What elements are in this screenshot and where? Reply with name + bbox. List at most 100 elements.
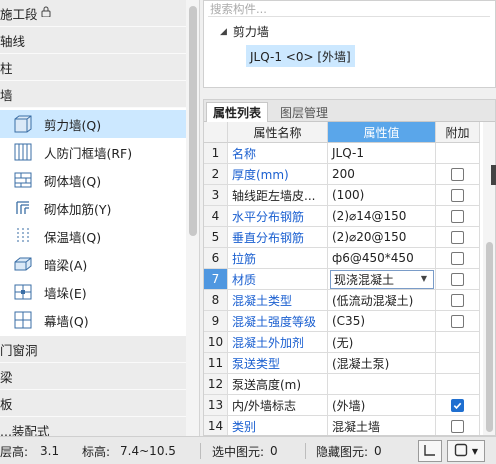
property-value[interactable]: ф6@450*450 [328, 248, 436, 269]
header-label: 属性值 [363, 125, 400, 140]
tree-item-shear-wall[interactable]: 剪力墙(Q) [0, 110, 186, 138]
tree-item-wall-pier[interactable]: 墙垛(E) [0, 278, 186, 306]
property-value[interactable]: (2)⌀20@150 [328, 227, 436, 248]
property-name: 厚度(mm) [228, 164, 328, 185]
property-row[interactable]: 9 混凝土强度等级 (C35) [204, 311, 480, 332]
property-row[interactable]: 2 厚度(mm) 200 [204, 164, 480, 185]
type-node-shear-wall[interactable]: ◢ 剪力墙 [220, 23, 269, 40]
property-row[interactable]: 12 泵送高度(m) [204, 374, 480, 395]
property-row[interactable]: 7 材质 现浇混凝土 ▼ [204, 269, 480, 290]
material-select[interactable]: 现浇混凝土 ▼ [330, 270, 434, 289]
category-construction-section[interactable]: 施工段 [0, 0, 186, 27]
property-value[interactable]: (2)⌀14@150 [328, 206, 436, 227]
property-value[interactable]: (低流动混凝土) [328, 290, 436, 311]
row-number[interactable]: 14 [204, 416, 228, 435]
property-row[interactable]: 6 拉筋 ф6@450*450 [204, 248, 480, 269]
property-value[interactable]: (外墙) [328, 395, 436, 416]
insulation-wall-icon [12, 226, 34, 246]
row-number[interactable]: 4 [204, 206, 228, 227]
chevron-down-icon[interactable]: ▼ [421, 274, 427, 283]
property-value[interactable]: (C35) [328, 311, 436, 332]
property-name: 轴线距左墙皮... [228, 185, 328, 206]
row-number[interactable]: 11 [204, 353, 228, 374]
append-checkbox[interactable] [451, 209, 464, 223]
append-checkbox[interactable] [451, 251, 464, 265]
curtain-wall-icon [12, 310, 34, 330]
category-axis[interactable]: 轴线 [0, 27, 186, 54]
property-row[interactable]: 11 泵送类型 (混凝土泵) [204, 353, 480, 374]
orthogonal-mode-button[interactable] [418, 440, 442, 462]
category-prefab[interactable]: ...装配式 [0, 417, 186, 436]
property-row[interactable]: 10 混凝土外加剂 (无) [204, 332, 480, 353]
category-beam[interactable]: 梁 [0, 363, 186, 390]
append-checkbox[interactable] [451, 293, 464, 307]
append-checkbox[interactable] [451, 419, 464, 433]
row-number[interactable]: 13 [204, 395, 228, 416]
status-bar: 层高: 3.1 标高: 7.4~10.5 选中图元: 0 隐藏图元: 0 ▼ [0, 436, 496, 464]
row-number[interactable]: 12 [204, 374, 228, 395]
tab-layer-management[interactable]: 图层管理 [274, 102, 334, 122]
row-number[interactable]: 1 [204, 143, 228, 164]
append-checkbox[interactable] [451, 167, 464, 181]
extra-cell [436, 395, 480, 416]
property-row[interactable]: 4 水平分布钢筋 (2)⌀14@150 [204, 206, 480, 227]
category-label: 门窗洞 [0, 342, 38, 358]
extra-cell [436, 353, 480, 374]
category-label: ...装配式 [0, 423, 50, 437]
tree-item-hidden-beam[interactable]: 暗梁(A) [0, 250, 186, 278]
property-row[interactable]: 14 类别 混凝土墙 [204, 416, 480, 435]
property-value[interactable]: JLQ-1 [328, 143, 436, 164]
header-property-value[interactable]: 属性值 [328, 122, 436, 143]
append-checkbox[interactable] [451, 230, 464, 244]
append-checkbox[interactable] [451, 398, 464, 412]
masonry-wall-icon [12, 170, 34, 190]
panel-edge-handle[interactable] [491, 165, 496, 185]
row-number[interactable]: 8 [204, 290, 228, 311]
append-checkbox[interactable] [451, 272, 464, 286]
property-value[interactable]: (无) [328, 332, 436, 353]
elevation-value: 7.4~10.5 [120, 444, 176, 458]
row-number[interactable]: 2 [204, 164, 228, 185]
category-wall[interactable]: 墙 [0, 81, 186, 108]
property-row[interactable]: 13 内/外墙标志 (外墙) [204, 395, 480, 416]
scrollbar-thumb[interactable] [189, 6, 197, 236]
property-value[interactable]: 混凝土墙 [328, 416, 436, 435]
tree-item-masonry-wall[interactable]: 砌体墙(Q) [0, 166, 186, 194]
component-search-input[interactable] [208, 1, 490, 17]
property-value[interactable]: (100) [328, 185, 436, 206]
append-checkbox[interactable] [451, 188, 464, 202]
category-door-window-opening[interactable]: 门窗洞 [0, 336, 186, 363]
extra-cell [436, 332, 480, 353]
row-number[interactable]: 9 [204, 311, 228, 332]
append-checkbox[interactable] [451, 314, 464, 328]
row-number[interactable]: 3 [204, 185, 228, 206]
row-number[interactable]: 7 [204, 269, 228, 290]
tree-item-masonry-reinforcement[interactable]: 砌体加筋(Y) [0, 194, 186, 222]
selection-box-button[interactable]: ▼ [447, 440, 485, 462]
header-row-number [204, 122, 228, 143]
property-value[interactable] [328, 374, 436, 395]
property-row[interactable]: 5 垂直分布钢筋 (2)⌀20@150 [204, 227, 480, 248]
property-name: 泵送类型 [228, 353, 328, 374]
expand-triangle-icon[interactable]: ◢ [220, 27, 227, 37]
tab-property-list[interactable]: 属性列表 [206, 102, 269, 122]
property-value[interactable]: 200 [328, 164, 436, 185]
row-number[interactable]: 6 [204, 248, 228, 269]
property-row[interactable]: 1 名称 JLQ-1 [204, 143, 480, 164]
tree-scrollbar[interactable] [186, 0, 199, 436]
tree-item-insulation-wall[interactable]: 保温墙(Q) [0, 222, 186, 250]
scrollbar-thumb[interactable] [486, 242, 493, 432]
property-row[interactable]: 3 轴线距左墙皮... (100) [204, 185, 480, 206]
property-value[interactable]: (混凝土泵) [328, 353, 436, 374]
property-name: 名称 [228, 143, 328, 164]
selected-elements-status: 选中图元: 0 [212, 437, 278, 464]
category-column[interactable]: 柱 [0, 54, 186, 81]
row-number[interactable]: 10 [204, 332, 228, 353]
component-jlq-1[interactable]: JLQ-1 <0> [外墙] [246, 45, 355, 67]
tree-item-civil-defense-door-frame-wall[interactable]: 人防门框墙(RF) [0, 138, 186, 166]
tree-item-curtain-wall[interactable]: 幕墙(Q) [0, 306, 186, 334]
component-type-panel: ◢ 剪力墙 JLQ-1 <0> [外墙] [203, 0, 496, 88]
property-row[interactable]: 8 混凝土类型 (低流动混凝土) [204, 290, 480, 311]
category-slab[interactable]: 板 [0, 390, 186, 417]
row-number[interactable]: 5 [204, 227, 228, 248]
